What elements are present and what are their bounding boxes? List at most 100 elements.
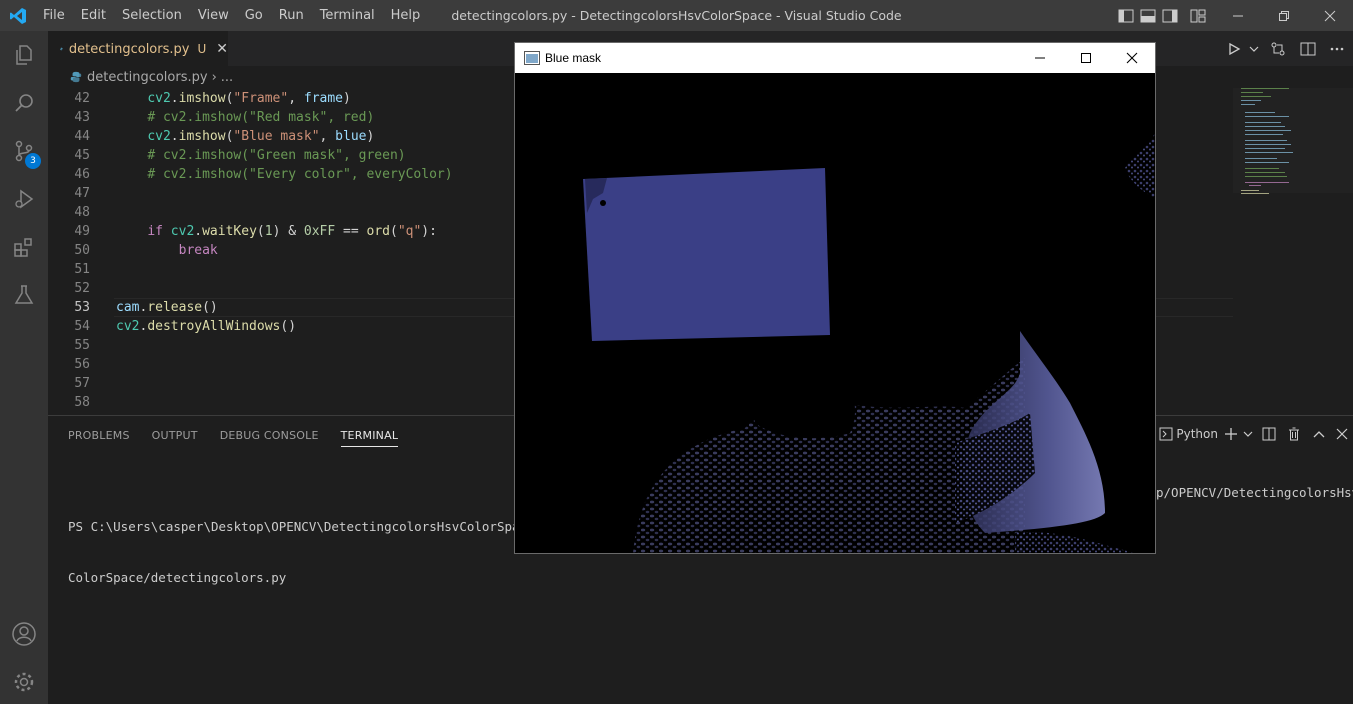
window-app-icon xyxy=(524,51,540,65)
terminal-dropdown-chevron-icon[interactable] xyxy=(1240,416,1256,451)
code-token: == xyxy=(335,224,367,239)
explorer-icon[interactable] xyxy=(0,31,48,79)
line-number: 48 xyxy=(74,205,90,220)
line-number: 55 xyxy=(74,338,90,353)
code-token: frame xyxy=(303,91,344,106)
line-number: 57 xyxy=(74,376,90,391)
cv-maximize-button[interactable] xyxy=(1063,43,1109,73)
customize-layout-icon[interactable] xyxy=(1181,0,1215,31)
minimap[interactable] xyxy=(1233,88,1353,415)
open-changes-icon[interactable] xyxy=(1261,31,1295,66)
cv-close-button[interactable] xyxy=(1109,43,1155,73)
tab-label: detectingcolors.py xyxy=(68,41,190,57)
new-terminal-plus-icon[interactable] xyxy=(1222,416,1240,451)
code-token: if xyxy=(147,224,163,239)
code-token: 1 xyxy=(264,224,273,239)
code-token: # cv2.imshow("Every color", everyColor) xyxy=(147,167,453,182)
close-panel-icon[interactable] xyxy=(1331,416,1353,451)
panel-actions: Python xyxy=(1156,416,1353,451)
menu-help[interactable]: Help xyxy=(383,0,429,31)
python-file-icon xyxy=(70,71,82,83)
vscode-logo-icon xyxy=(0,0,35,31)
menu-bar: File Edit Selection View Go Run Terminal… xyxy=(35,0,428,31)
maximize-panel-chevron-up-icon[interactable] xyxy=(1306,416,1331,451)
blue-mask-image xyxy=(515,73,1155,553)
close-window-button[interactable] xyxy=(1307,0,1353,31)
opencv-blue-mask-window: Blue mask xyxy=(515,43,1155,553)
cv-minimize-button[interactable] xyxy=(1017,43,1063,73)
close-tab-icon[interactable]: ✕ xyxy=(216,41,228,57)
code-text: break xyxy=(116,241,218,260)
breadcrumb-symbol[interactable]: ... xyxy=(221,70,233,85)
toggle-secondary-sidebar-icon[interactable] xyxy=(1159,0,1181,31)
code-token: , xyxy=(319,129,336,144)
menu-view[interactable]: View xyxy=(190,0,237,31)
line-number: 43 xyxy=(74,110,90,125)
tab-debug-console[interactable]: DEBUG CONSOLE xyxy=(220,421,319,446)
tab-problems[interactable]: PROBLEMS xyxy=(68,421,130,446)
breadcrumb-separator: › xyxy=(211,69,217,85)
code-token: blue xyxy=(335,129,367,144)
accounts-icon[interactable] xyxy=(0,610,48,658)
toggle-sidebar-icon[interactable] xyxy=(1115,0,1137,31)
editor-actions xyxy=(1221,31,1353,66)
line-number: 51 xyxy=(74,262,90,277)
menu-file[interactable]: File xyxy=(35,0,73,31)
line-number: 44 xyxy=(74,129,90,144)
code-text: cam.release() xyxy=(116,298,218,317)
tab-terminal[interactable]: TERMINAL xyxy=(340,421,399,447)
menu-run[interactable]: Run xyxy=(271,0,312,31)
tab-detectingcolors[interactable]: detectingcolors.py U ✕ xyxy=(48,31,228,66)
terminal-profile-label[interactable]: Python xyxy=(1176,427,1218,441)
menu-edit[interactable]: Edit xyxy=(73,0,114,31)
code-text: cv2.destroyAllWindows() xyxy=(116,317,296,336)
cv-window-title-bar[interactable]: Blue mask xyxy=(515,43,1155,73)
extensions-icon[interactable] xyxy=(0,223,48,271)
code-token: waitKey xyxy=(202,224,257,239)
line-number: 46 xyxy=(74,167,90,182)
code-token: ord xyxy=(366,224,390,239)
code-token: . xyxy=(170,129,179,144)
line-number: 49 xyxy=(74,224,90,239)
line-number: 47 xyxy=(74,186,90,201)
line-number: 54 xyxy=(74,319,90,334)
menu-go[interactable]: Go xyxy=(237,0,271,31)
python-file-icon xyxy=(60,47,63,51)
toggle-panel-icon[interactable] xyxy=(1137,0,1159,31)
split-editor-icon[interactable] xyxy=(1295,31,1321,66)
code-text: if cv2.waitKey(1) & 0xFF == ord("q"): xyxy=(116,222,437,241)
menu-selection[interactable]: Selection xyxy=(114,0,190,31)
title-controls xyxy=(1115,0,1353,31)
line-number: 58 xyxy=(74,395,90,410)
line-number: 45 xyxy=(74,148,90,163)
run-python-file-icon[interactable] xyxy=(1221,31,1247,66)
trash-icon[interactable] xyxy=(1281,416,1306,451)
breadcrumb-file[interactable]: detectingcolors.py xyxy=(87,70,208,85)
code-token: () xyxy=(202,300,218,315)
settings-gear-icon[interactable] xyxy=(0,658,48,704)
code-token: cv2 xyxy=(116,319,140,334)
terminal-icon[interactable] xyxy=(1156,416,1176,451)
search-icon[interactable] xyxy=(0,79,48,127)
code-token: imshow xyxy=(178,129,226,144)
code-token: () xyxy=(280,319,297,334)
menu-terminal[interactable]: Terminal xyxy=(312,0,383,31)
run-dropdown-chevron-icon[interactable] xyxy=(1247,31,1261,66)
untracked-status-badge: U xyxy=(197,42,207,56)
split-terminal-icon[interactable] xyxy=(1256,416,1281,451)
source-control-icon[interactable]: 3 xyxy=(0,127,48,175)
code-token: imshow xyxy=(178,91,226,106)
code-token: ) xyxy=(366,129,375,144)
tab-output[interactable]: OUTPUT xyxy=(152,421,198,446)
code-text: cv2.imshow("Blue mask", blue) xyxy=(116,127,374,146)
code-token: destroyAllWindows xyxy=(147,319,281,334)
testing-flask-icon[interactable] xyxy=(0,271,48,319)
code-token: # cv2.imshow("Red mask", red) xyxy=(147,110,375,125)
more-actions-icon[interactable] xyxy=(1321,31,1353,66)
minimize-button[interactable] xyxy=(1215,0,1261,31)
cv-window-controls xyxy=(1017,43,1155,73)
restore-button[interactable] xyxy=(1261,0,1307,31)
run-debug-icon[interactable] xyxy=(0,175,48,223)
